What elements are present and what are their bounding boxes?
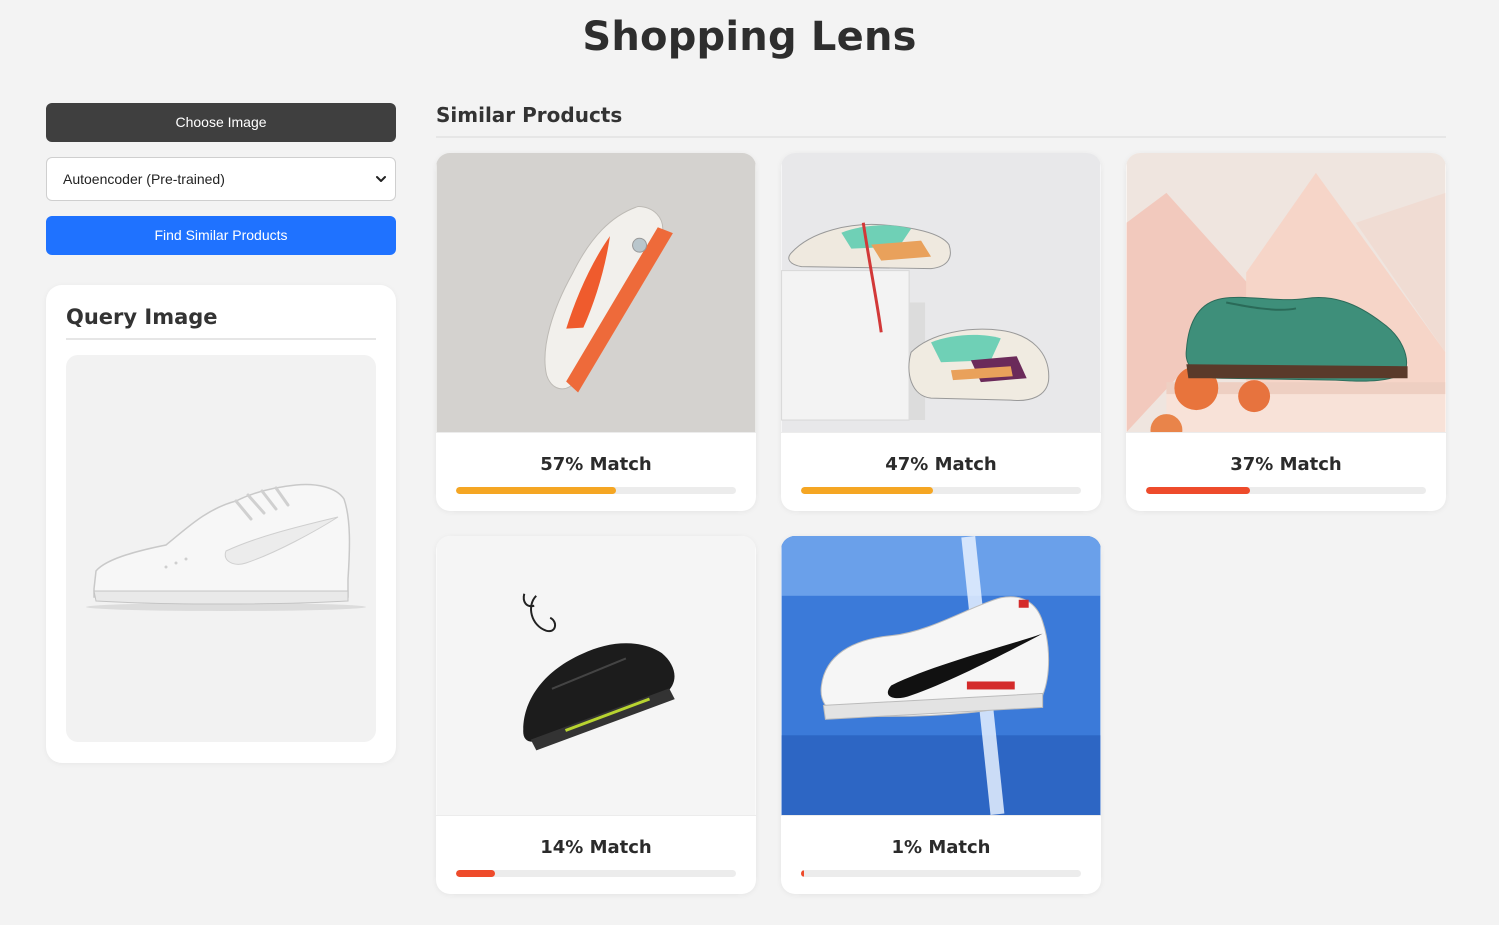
product-card[interactable]: 1% Match — [781, 536, 1101, 894]
product-card[interactable]: 47% Match — [781, 153, 1101, 511]
match-bar-fill — [801, 487, 933, 494]
match-label: 14% Match — [540, 837, 652, 858]
product-card[interactable]: 14% Match — [436, 536, 756, 894]
product-image-pair-of-sneakers — [781, 153, 1101, 433]
product-image-black-running-shoe — [436, 536, 756, 816]
find-similar-button[interactable]: Find Similar Products — [46, 216, 396, 255]
model-select-value: Autoencoder (Pre-trained) — [63, 171, 225, 187]
match-bar — [801, 870, 1081, 877]
product-image-teal-brogue — [1126, 153, 1446, 433]
match-label: 1% Match — [891, 837, 991, 858]
results-panel: Similar Products 57% Match 47% Match 37%… — [436, 103, 1446, 894]
product-image-grey-orange-sneaker — [436, 153, 756, 433]
choose-image-button[interactable]: Choose Image — [46, 103, 396, 142]
product-image-white-nike-air — [781, 536, 1101, 816]
results-title: Similar Products — [436, 103, 1446, 138]
query-image — [66, 355, 376, 742]
match-bar — [456, 870, 736, 877]
results-grid: 57% Match 47% Match 37% Match 14% Match … — [436, 153, 1446, 894]
match-bar — [456, 487, 736, 494]
match-label: 37% Match — [1230, 454, 1342, 475]
page-title: Shopping Lens — [582, 14, 917, 60]
controls-panel: Choose Image Autoencoder (Pre-trained) F… — [46, 103, 396, 763]
chevron-down-icon — [376, 176, 386, 182]
model-select[interactable]: Autoencoder (Pre-trained) — [46, 157, 396, 201]
match-label: 47% Match — [885, 454, 997, 475]
product-card[interactable]: 37% Match — [1126, 153, 1446, 511]
match-bar-fill — [456, 870, 496, 877]
match-bar — [1146, 487, 1426, 494]
match-bar-fill — [1146, 487, 1250, 494]
match-bar-fill — [456, 487, 616, 494]
product-card[interactable]: 57% Match — [436, 153, 756, 511]
query-title: Query Image — [66, 305, 376, 340]
match-label: 57% Match — [540, 454, 652, 475]
query-card: Query Image — [46, 285, 396, 763]
match-bar — [801, 487, 1081, 494]
white-sneaker-image — [86, 483, 366, 611]
match-bar-fill — [801, 870, 805, 877]
